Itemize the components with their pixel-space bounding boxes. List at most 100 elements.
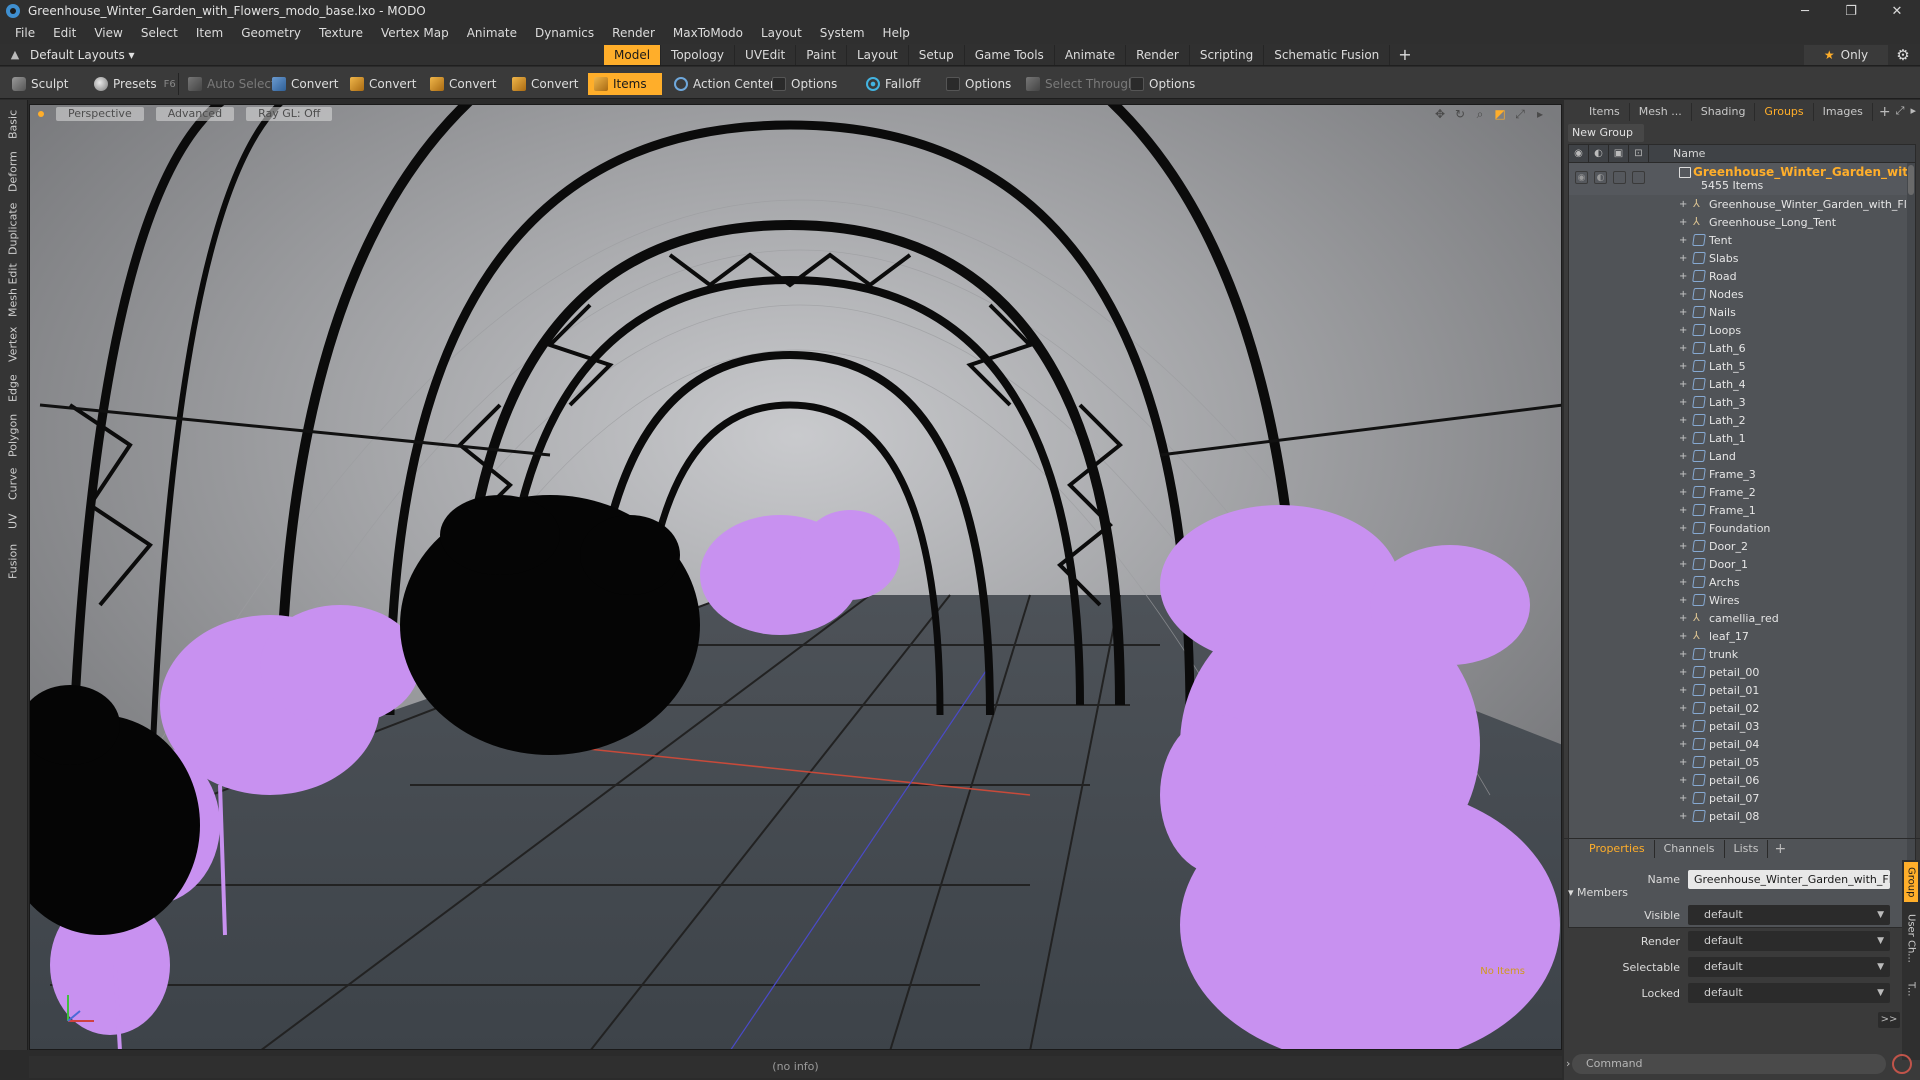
group-name-field[interactable]: Greenhouse_Winter_Garden_with_Flow — [1688, 869, 1890, 889]
menu-texture[interactable]: Texture — [310, 22, 372, 44]
maximize-button[interactable]: ❐ — [1828, 0, 1874, 22]
shading-mode-dropdown[interactable]: Advanced — [155, 107, 235, 121]
tree-item-row[interactable]: + Nodes — [1569, 285, 1915, 303]
tab-schematic-fusion[interactable]: Schematic Fusion — [1264, 45, 1391, 65]
select-through-options-button[interactable]: Options — [1124, 73, 1201, 95]
members-section[interactable]: ▾ Members — [1568, 886, 1628, 899]
command-history-icon[interactable] — [1892, 1054, 1912, 1074]
menu-view[interactable]: View — [85, 22, 131, 44]
tab-images[interactable]: Images — [1814, 103, 1873, 121]
add-tab-button[interactable]: + — [1390, 44, 1419, 66]
expand-icon[interactable]: + — [1679, 469, 1687, 480]
select-toggle-icon[interactable] — [1632, 171, 1645, 184]
tree-item-row[interactable]: + ⅄ leaf_17 — [1569, 627, 1915, 645]
expand-icon[interactable]: + — [1679, 811, 1687, 822]
gear-icon[interactable]: ⚙ — [1894, 46, 1912, 64]
menu-dynamics[interactable]: Dynamics — [526, 22, 603, 44]
tree-item-row[interactable]: + Lath_2 — [1569, 411, 1915, 429]
expand-icon[interactable]: + — [1679, 451, 1687, 462]
expand-icon[interactable]: + — [1679, 307, 1687, 318]
vtab-basic[interactable]: Basic — [4, 104, 22, 144]
tree-item-row[interactable]: + Lath_5 — [1569, 357, 1915, 375]
locked-select[interactable]: default ▼ — [1688, 983, 1890, 1003]
visibility-column-icon[interactable]: ◉ — [1569, 145, 1589, 163]
vtab-mesh-edit[interactable]: Mesh Edit — [4, 262, 22, 318]
vtab-duplicate[interactable]: Duplicate — [4, 200, 22, 258]
tree-item-row[interactable]: + petail_06 — [1569, 771, 1915, 789]
expand-icon[interactable]: + — [1679, 343, 1687, 354]
expand-icon[interactable]: + — [1679, 649, 1687, 660]
tree-item-row[interactable]: + Foundation — [1569, 519, 1915, 537]
tree-item-row[interactable]: + Wires — [1569, 591, 1915, 609]
tab-render[interactable]: Render — [1126, 45, 1190, 65]
menu-select[interactable]: Select — [132, 22, 187, 44]
menu-animate[interactable]: Animate — [458, 22, 526, 44]
3d-viewport[interactable]: Perspective Advanced Ray GL: Off ✥ ↻ ⌕ ◩… — [29, 104, 1562, 1050]
convert-items-button[interactable]: Convert — [506, 73, 584, 95]
tree-item-row[interactable]: + Door_1 — [1569, 555, 1915, 573]
action-center-options-button[interactable]: Options — [766, 73, 843, 95]
tree-item-row[interactable]: + Tent — [1569, 231, 1915, 249]
menu-system[interactable]: System — [811, 22, 874, 44]
render-column-icon[interactable]: ◐ — [1589, 145, 1609, 163]
tree-item-row[interactable]: + petail_00 — [1569, 663, 1915, 681]
tab-scripting[interactable]: Scripting — [1190, 45, 1265, 65]
vtab-edge[interactable]: Edge — [4, 370, 22, 406]
tree-item-row[interactable]: + trunk — [1569, 645, 1915, 663]
expand-icon[interactable]: + — [1679, 739, 1687, 750]
tree-item-row[interactable]: + Frame_3 — [1569, 465, 1915, 483]
tree-item-row[interactable]: + petail_08 — [1569, 807, 1915, 825]
expand-icon[interactable]: + — [1679, 217, 1687, 228]
tree-item-row[interactable]: + Archs — [1569, 573, 1915, 591]
expand-icon[interactable]: + — [1679, 433, 1687, 444]
tab-mesh[interactable]: Mesh ... — [1630, 103, 1692, 121]
presets-button[interactable]: Presets F6 — [88, 73, 182, 95]
tree-scrollbar[interactable] — [1907, 163, 1915, 927]
vtab-curve[interactable]: Curve — [4, 464, 22, 504]
expand-icon[interactable]: + — [1679, 793, 1687, 804]
rotate-icon[interactable]: ↻ — [1453, 107, 1467, 121]
pan-icon[interactable]: ✥ — [1433, 107, 1447, 121]
expand-icon[interactable]: + — [1679, 361, 1687, 372]
panel-menu-icon[interactable]: ▸ — [1910, 104, 1916, 118]
visible-select[interactable]: default ▼ — [1688, 905, 1890, 925]
side-tab-t[interactable]: T... — [1904, 974, 1918, 1004]
expand-icon[interactable]: + — [1679, 379, 1687, 390]
expand-icon[interactable]: + — [1679, 235, 1687, 246]
tab-channels[interactable]: Channels — [1655, 839, 1725, 858]
tree-item-row[interactable]: + Lath_6 — [1569, 339, 1915, 357]
tab-topology[interactable]: Topology — [661, 45, 736, 65]
vtab-fusion[interactable]: Fusion — [4, 538, 22, 584]
tab-groups[interactable]: Groups — [1755, 103, 1814, 121]
tree-scrollbar-thumb[interactable] — [1908, 165, 1914, 195]
fit-icon[interactable]: ◩ — [1493, 107, 1507, 121]
view-mode-dropdown[interactable]: Perspective — [56, 107, 144, 121]
expand-icon[interactable]: + — [1679, 667, 1687, 678]
menu-geometry[interactable]: Geometry — [232, 22, 310, 44]
expand-icon[interactable]: + — [1679, 415, 1687, 426]
tree-item-row[interactable]: + Lath_4 — [1569, 375, 1915, 393]
expand-icon[interactable]: + — [1679, 613, 1687, 624]
tree-item-row[interactable]: + Lath_3 — [1569, 393, 1915, 411]
expand-icon[interactable]: + — [1679, 397, 1687, 408]
lock-toggle-icon[interactable] — [1613, 171, 1626, 184]
tab-paint[interactable]: Paint — [796, 45, 847, 65]
tab-properties[interactable]: Properties — [1580, 839, 1655, 858]
tab-items[interactable]: Items — [1580, 103, 1630, 121]
default-layouts-dropdown[interactable]: Default Layouts ▾ — [30, 48, 135, 62]
expand-icon[interactable]: + — [1679, 271, 1687, 282]
vtab-polygon[interactable]: Polygon — [4, 410, 22, 460]
tab-shading[interactable]: Shading — [1692, 103, 1756, 121]
items-mode-button[interactable]: Items — [588, 73, 662, 95]
close-button[interactable]: ✕ — [1874, 0, 1920, 22]
side-tab-user-channels[interactable]: User Ch... — [1904, 906, 1918, 970]
maximize-viewport-icon[interactable]: ⤢ — [1513, 107, 1527, 121]
expand-icon[interactable]: + — [1679, 595, 1687, 606]
tree-item-row[interactable]: + ⅄ Greenhouse_Winter_Garden_with_Flo... — [1569, 195, 1915, 213]
convert-vertices-button[interactable]: Convert — [266, 73, 344, 95]
collapse-arrow-icon[interactable]: ▲ — [8, 48, 22, 62]
convert-polygons-button[interactable]: Convert — [424, 73, 502, 95]
zoom-icon[interactable]: ⌕ — [1473, 107, 1487, 121]
eye-icon[interactable]: ◉ — [1575, 171, 1588, 184]
menu-edit[interactable]: Edit — [44, 22, 85, 44]
